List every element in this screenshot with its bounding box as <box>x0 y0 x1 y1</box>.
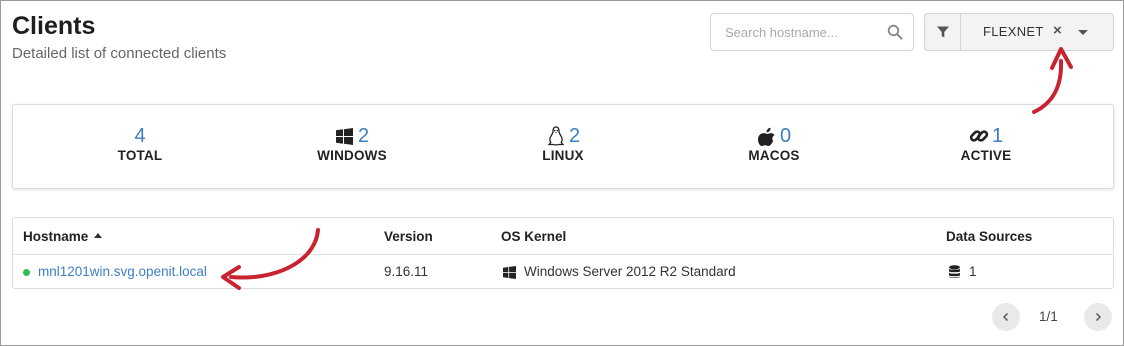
pagination-label: 1/1 <box>1039 309 1058 324</box>
stat-windows-value: 2 <box>357 125 370 147</box>
table-row: mnl1201win.svg.openit.local 9.16.11 Wind… <box>13 255 1113 289</box>
page-title: Clients <box>12 12 96 40</box>
stat-macos: 0 MACOS <box>694 125 854 163</box>
page-subtitle: Detailed list of connected clients <box>12 45 227 62</box>
stat-linux-value: 2 <box>568 125 581 147</box>
pagination-next-button[interactable] <box>1084 303 1112 331</box>
clients-page: Clients Detailed list of connected clien… <box>0 0 1124 346</box>
stat-total-label: TOTAL <box>117 148 163 163</box>
chevron-right-icon <box>1095 312 1102 322</box>
annotation-arrow-filter <box>1032 47 1073 114</box>
hostname-link[interactable]: mnl1201win.svg.openit.local <box>38 264 207 279</box>
column-header-data-sources[interactable]: Data Sources <box>946 229 1032 244</box>
stat-windows-label: WINDOWS <box>317 148 387 163</box>
pagination-prev-button[interactable] <box>992 303 1020 331</box>
linux-icon <box>546 126 566 146</box>
search-input[interactable] <box>711 14 881 50</box>
database-icon <box>948 265 961 279</box>
filter-clear-button[interactable]: × <box>1053 22 1062 39</box>
os-filter-select[interactable]: FLEXNET × <box>924 13 1114 51</box>
chevron-left-icon <box>1002 312 1009 322</box>
column-header-os-kernel[interactable]: OS Kernel <box>501 229 566 244</box>
filter-selected-value: FLEXNET <box>983 24 1044 39</box>
version-cell: 9.16.11 <box>384 264 429 279</box>
stat-windows: 2 WINDOWS <box>272 125 432 163</box>
search-icon[interactable] <box>887 24 903 40</box>
online-status-dot <box>23 269 30 276</box>
windows-icon <box>335 126 355 146</box>
stat-macos-label: MACOS <box>748 148 800 163</box>
stat-macos-value: 0 <box>779 125 792 147</box>
stat-total-value: 4 <box>134 125 146 147</box>
os-kernel-cell: Windows Server 2012 R2 Standard <box>524 264 736 279</box>
data-sources-count: 1 <box>969 264 977 279</box>
sort-ascending-icon <box>94 232 103 238</box>
stat-linux: 2 LINUX <box>483 125 643 163</box>
table-header: Hostname Version OS Kernel Data Sources <box>13 218 1113 255</box>
stat-active-label: ACTIVE <box>960 148 1012 163</box>
column-header-hostname-label: Hostname <box>23 229 89 244</box>
link-icon <box>969 126 989 146</box>
column-header-hostname[interactable]: Hostname <box>23 229 103 244</box>
search-box[interactable] <box>710 13 914 51</box>
chevron-down-icon[interactable] <box>1078 30 1088 35</box>
client-stats-card: 4 TOTAL 2 WINDOWS 2 LINUX 0 MACOS 1 ACTI… <box>12 104 1114 189</box>
stat-linux-label: LINUX <box>542 148 584 163</box>
column-header-version[interactable]: Version <box>384 229 433 244</box>
clients-table: Hostname Version OS Kernel Data Sources … <box>12 217 1114 289</box>
windows-icon <box>503 266 516 279</box>
apple-icon <box>757 126 777 146</box>
stat-total: 4 TOTAL <box>60 125 220 163</box>
filter-icon <box>925 14 961 50</box>
stat-active: 1 ACTIVE <box>906 125 1066 163</box>
stat-active-value: 1 <box>991 125 1004 147</box>
